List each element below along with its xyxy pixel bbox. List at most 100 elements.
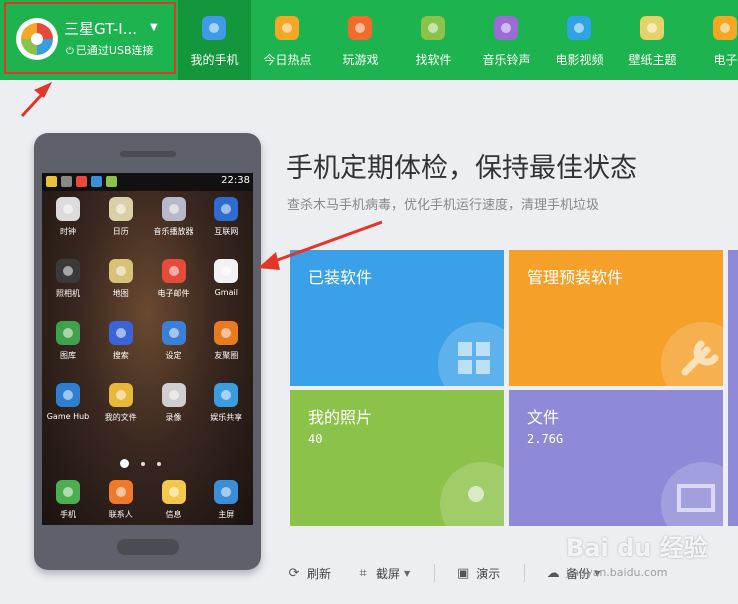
app-label: 照相机 xyxy=(56,289,80,298)
photo-icon xyxy=(440,462,504,526)
usb-icon xyxy=(61,176,72,187)
lock-icon xyxy=(91,176,102,187)
app-gallery[interactable]: 图库 xyxy=(42,319,95,365)
app-email[interactable]: 电子邮件 xyxy=(148,257,201,303)
app-label: 搜索 xyxy=(112,351,129,360)
game-hub-icon xyxy=(54,381,82,409)
calendar-icon xyxy=(107,195,135,223)
clock-icon xyxy=(54,195,82,223)
map-icon xyxy=(107,257,135,285)
watermark: Bai du 经验 xyxy=(566,534,708,562)
app-settings[interactable]: 设定 xyxy=(148,319,201,365)
app-home[interactable]: 主屏 xyxy=(200,478,253,524)
app-search[interactable]: 搜索 xyxy=(95,319,148,365)
wrench-icon xyxy=(661,322,723,386)
tab-label: 电影视频 xyxy=(555,53,604,67)
app-folder[interactable]: 我的文件 xyxy=(95,381,148,427)
device-selector[interactable]: 三星GT-I... ▼ ⏻ 已通过USB连接 xyxy=(4,2,176,74)
app-label: Gmail xyxy=(214,288,238,297)
app-label: Game Hub xyxy=(46,412,90,421)
refresh-button[interactable]: ⟳ 刷新 xyxy=(286,552,331,594)
app-contacts[interactable]: 联系人 xyxy=(95,478,148,524)
android-icon xyxy=(106,176,117,187)
social-icon xyxy=(212,319,240,347)
music-icon xyxy=(492,14,520,42)
app-globe[interactable]: 互联网 xyxy=(200,195,253,241)
camera-icon xyxy=(54,257,82,285)
star-icon xyxy=(273,14,301,42)
app-label: 主屏 xyxy=(218,510,235,519)
search-icon xyxy=(107,319,135,347)
tile-preinstalled-apps[interactable]: 管理预装软件 xyxy=(509,250,723,386)
tab-play[interactable]: 电影视频 xyxy=(543,0,616,80)
present-button[interactable]: ▣ 演示 xyxy=(455,552,500,594)
app-camera[interactable]: 照相机 xyxy=(42,257,95,303)
tile-partial[interactable] xyxy=(728,250,738,526)
tool-label: 刷新 xyxy=(307,566,332,581)
share-icon xyxy=(212,381,240,409)
app-message[interactable]: 信息 xyxy=(148,478,201,524)
app-clock[interactable]: 时钟 xyxy=(42,195,95,241)
tab-gamepad[interactable]: 玩游戏 xyxy=(324,0,397,80)
chevron-down-icon[interactable]: ▼ xyxy=(404,569,410,578)
photo-count: 40 xyxy=(308,432,323,446)
phone-screen[interactable]: 22:38 时钟 日历 音乐播放器 互联网照相机 地图 电子邮件 Gmail 图库 搜索 设定 友聚… xyxy=(42,173,253,525)
arrow-to-device xyxy=(20,88,48,118)
tab-ebook[interactable]: 电子 xyxy=(689,0,738,80)
app-game-hub[interactable]: Game Hub xyxy=(42,381,95,427)
home-icon xyxy=(212,478,240,506)
device-name: 三星GT-I... xyxy=(64,20,138,38)
ebook-icon xyxy=(711,14,738,42)
tool-label: 演示 xyxy=(476,566,501,581)
email-icon xyxy=(160,257,188,285)
app-video[interactable]: 录像 xyxy=(148,381,201,427)
screenshot-button[interactable]: ⌗ 截屏 ▼ xyxy=(355,552,410,594)
app-gmail[interactable]: Gmail xyxy=(200,257,253,303)
refresh-icon: ⟳ xyxy=(288,565,300,581)
chevron-down-icon[interactable]: ▼ xyxy=(150,22,158,33)
divider xyxy=(434,564,436,582)
wallpaper-icon xyxy=(638,14,666,42)
app-label: 友聚圈 xyxy=(214,351,239,360)
app-music-player[interactable]: 音乐播放器 xyxy=(148,195,201,241)
app-share[interactable]: 娱乐共享 xyxy=(200,381,253,427)
folder-icon xyxy=(107,381,135,409)
video-icon xyxy=(160,381,188,409)
tile-files[interactable]: 文件 2.76G xyxy=(509,390,723,526)
tile-installed-apps[interactable]: 已装软件 xyxy=(290,250,504,386)
phone-status-bar: 22:38 xyxy=(42,173,253,191)
tab-music[interactable]: 音乐铃声 xyxy=(470,0,543,80)
divider xyxy=(524,564,526,582)
gamepad-icon xyxy=(346,14,374,42)
app-calendar[interactable]: 日历 xyxy=(95,195,148,241)
usb-icon: ⏻ xyxy=(66,46,74,57)
app-map[interactable]: 地图 xyxy=(95,257,148,303)
watermark-url: jingyan.baidu.com xyxy=(566,566,668,579)
app-social[interactable]: 友聚圈 xyxy=(200,319,253,365)
globe-icon xyxy=(212,195,240,223)
file-size: 2.76G xyxy=(527,432,564,446)
tab-star[interactable]: 今日热点 xyxy=(251,0,324,80)
connection-status: ⏻ 已通过USB连接 xyxy=(66,42,154,58)
app-label: 手机 xyxy=(60,510,76,519)
tab-label: 找软件 xyxy=(415,53,452,67)
tile-my-photos[interactable]: 我的照片 40 xyxy=(290,390,504,526)
app-label: 设定 xyxy=(165,351,182,360)
app-label: 日历 xyxy=(112,227,129,236)
tab-label: 音乐铃声 xyxy=(482,53,531,67)
app-label: 信息 xyxy=(165,510,182,519)
tab-android[interactable]: 找软件 xyxy=(397,0,470,80)
tab-label: 今日热点 xyxy=(263,53,312,67)
tile-title: 文件 xyxy=(527,408,560,427)
page-title: 手机定期体检，保持最佳状态 xyxy=(286,153,637,184)
app-label: 娱乐共享 xyxy=(210,413,243,422)
page-dot xyxy=(141,461,145,466)
phone-speaker xyxy=(120,151,176,157)
app-label: 互联网 xyxy=(214,227,239,236)
app-dial[interactable]: 手机 xyxy=(42,478,95,524)
present-icon: ▣ xyxy=(457,565,470,581)
tab-phone[interactable]: 我的手机 xyxy=(178,0,251,80)
connection-status-text: 已通过USB连接 xyxy=(75,44,154,57)
tab-wallpaper[interactable]: 壁纸主题 xyxy=(616,0,689,80)
page-subtitle: 查杀木马手机病毒，优化手机运行速度，清理手机垃圾 xyxy=(287,198,600,213)
